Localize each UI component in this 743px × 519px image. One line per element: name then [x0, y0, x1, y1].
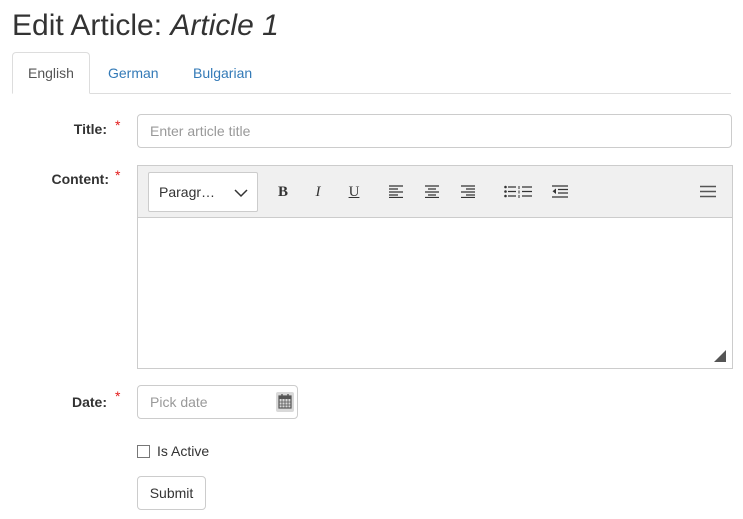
date-label: Date:	[71, 394, 107, 410]
italic-icon[interactable]: I	[306, 180, 330, 204]
language-tabs: English German Bulgarian	[12, 52, 731, 94]
editor-toolbar: Paragr… B I U	[138, 166, 732, 218]
align-right-icon[interactable]	[456, 180, 480, 204]
content-editor-body[interactable]	[138, 218, 732, 368]
resize-handle-icon[interactable]	[714, 350, 726, 362]
menu-icon[interactable]	[696, 180, 720, 204]
page-title-prefix: Edit Article:	[12, 9, 163, 42]
content-editor: Paragr… B I U	[137, 165, 733, 369]
align-center-icon[interactable]	[420, 180, 444, 204]
format-select[interactable]: Paragr…	[148, 172, 258, 212]
is-active-checkbox[interactable]	[137, 445, 150, 458]
list-icon[interactable]	[500, 180, 536, 204]
outdent-icon[interactable]	[548, 180, 572, 204]
chevron-down-icon	[234, 189, 248, 198]
align-left-icon[interactable]	[384, 180, 408, 204]
is-active-label: Is Active	[157, 443, 210, 459]
title-label: Title:	[73, 121, 107, 137]
date-input[interactable]	[137, 385, 298, 419]
tab-german[interactable]: German	[93, 52, 174, 94]
bold-icon[interactable]: B	[271, 180, 295, 204]
format-select-value: Paragr…	[159, 184, 216, 200]
page-title: Edit Article: Article 1	[12, 6, 279, 46]
tab-english[interactable]: English	[12, 52, 90, 94]
calendar-icon[interactable]	[276, 392, 294, 412]
underline-icon[interactable]: U	[342, 180, 366, 204]
title-required-marker: *	[115, 117, 121, 133]
submit-button[interactable]: Submit	[137, 476, 206, 510]
content-required-marker: *	[115, 167, 121, 183]
date-required-marker: *	[115, 388, 121, 404]
content-label: Content:	[51, 171, 109, 187]
title-input[interactable]	[137, 114, 732, 148]
page-title-article-name: Article 1	[170, 9, 279, 42]
tab-bulgarian[interactable]: Bulgarian	[178, 52, 267, 94]
